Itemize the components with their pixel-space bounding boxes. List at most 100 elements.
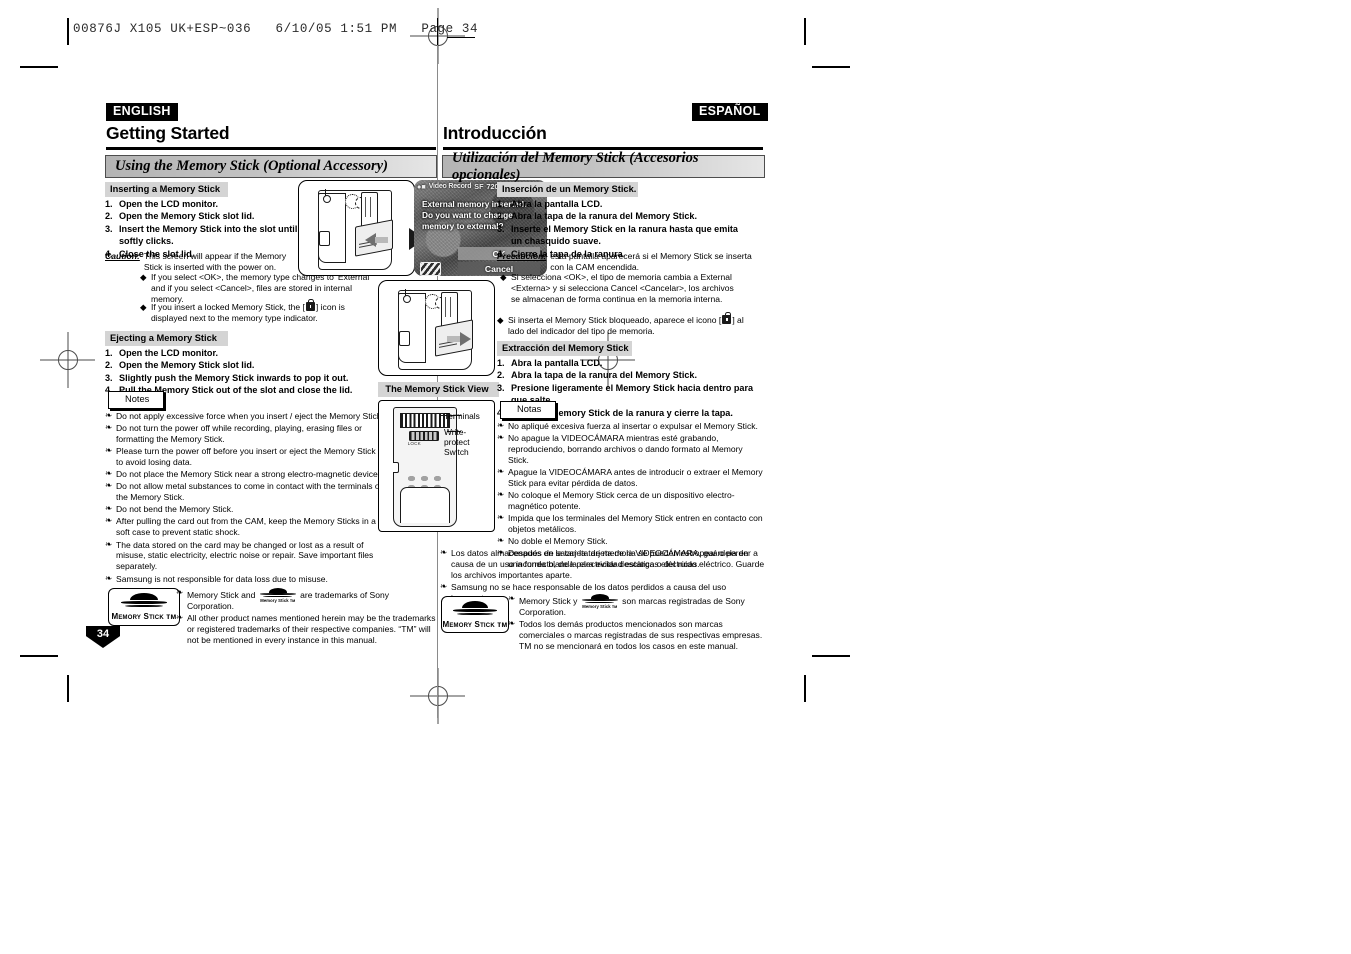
list-item: ❧ Apague la VIDEOCÁMARA antes de introduc… [497,467,763,489]
list-item: ◆ Si selecciona <OK>, el tipo de memoria … [500,272,734,304]
notes-label-box-es: Notas [500,401,557,419]
language-tag-spanish: ESPAÑOL [692,103,768,121]
list-item: ❧ After pulling the card out from the CAM… [105,516,376,538]
caution-bullets-es: ◆ Si selecciona <OK>, el tipo de memoria … [500,272,745,306]
list-item: ❧ No doble el Memory Stick. [497,536,608,547]
list-item: ❧ No apague la VIDEOCÁMARA mientras esté … [497,433,743,466]
cross-bullet-icon: ❧ [176,613,184,624]
label-terminals: Terminals [444,411,480,421]
card-label-area [400,486,450,523]
label-write-protect-switch: Write- protect Switch [444,427,488,458]
list-item: ❧ Memory Stick and Memory Stick ᴛᴍ are t… [176,588,436,612]
list-item: ❧ Los datos almacenados en la tarjeta de … [440,548,765,580]
language-tag-english: ENGLISH [106,103,178,121]
list-item: ❧ Do not place the Memory Stick near a st… [105,469,381,480]
cross-bullet-icon: ❧ [497,536,505,547]
registration-mark-left [40,332,95,388]
lock-icon [722,312,732,324]
list-item: 1. Open the LCD monitor. [105,199,219,209]
record-mode-icon: ●■ [417,182,426,191]
subheading-memory-stick-view: The Memory Stick View [378,382,499,397]
list-item: 1. Abra la pantalla LCD. [497,199,603,209]
list-item: 1. Abra la pantalla LCD. [497,358,603,368]
memory-stick-arc-icon [119,593,169,610]
list-item: ❧ Todos los demás productos mencionados s… [508,619,763,651]
crop-mark-bottom-left-horz [20,655,58,657]
list-item: 2. Open the Memory Stick slot lid. [105,360,255,371]
list-item: ❧ Impida que los terminales del Memory St… [497,513,763,535]
cross-bullet-icon: ❧ [105,423,113,434]
list-item: 2. Abra la tapa de la ranura del Memory S… [497,370,697,381]
crop-mark-top-right-horz [812,66,850,68]
cross-bullet-icon: ❧ [497,467,505,478]
eject-arrow-tail [447,336,461,342]
memory-stick-logo-es: Memory Stick ᴛᴍ [441,596,509,633]
caution-bullets-en: ◆ If you select <OK>, the memory type cha… [140,272,385,306]
caution-label-es: Precaución: [497,251,547,261]
subheading-ejecting-es: Extracción del Memory Stick [497,341,632,356]
crop-mark-bottom-left-vert [67,675,69,702]
subheading-ejecting-en: Ejecting a Memory Stick [105,331,228,346]
diamond-bullet-icon: ◆ [140,272,147,282]
trademark-text-part1-es: Memory Stick y [519,596,578,606]
cross-bullet-icon: ❧ [497,513,505,524]
page-number-flag: 34 [86,626,120,648]
chapter-title-english: Getting Started [106,123,230,143]
cross-bullet-icon: ❧ [105,469,113,480]
lock-icon [305,299,315,311]
cam-slot-line [445,297,447,317]
memory-stick-wordmark-en: Memory Stick ᴛᴍ [111,612,177,621]
caution-bullet-lock-en: ◆ If you insert a locked Memory Stick, t… [140,299,370,325]
notes-label-box-en: Notes [108,391,165,409]
list-item: ❧ Samsung is not responsible for data los… [105,573,328,584]
memory-stick-inline-logo-icon: Memory Stick ᴛᴍ [580,594,620,609]
card-notch-icon [393,462,399,474]
cam-dial-stem [325,189,327,196]
cross-bullet-icon: ❧ [105,504,113,515]
cross-bullet-icon: ❧ [105,516,113,527]
cross-bullet-icon: ❧ [440,548,448,558]
diamond-bullet-icon: ◆ [497,315,504,325]
diamond-bullet-icon: ◆ [500,272,507,282]
cross-bullet-icon: ❧ [105,446,113,457]
cross-bullet-icon: ❧ [497,490,505,501]
caution-inserting-en: Caution: This screen will appear if the … [105,251,287,273]
memory-stick-card-drawing: LOCK [393,407,457,527]
crop-mark-bottom-right-horz [812,655,850,657]
list-item: ❧ The data stored on the card may be chan… [105,539,374,572]
cross-bullet-icon: ❧ [497,421,505,431]
list-item: ❧ Do not bend the Memory Stick. [105,504,234,515]
subheading-inserting-es: Inserción de un Memory Stick. [497,182,638,197]
illustration-insert-memory-stick [298,180,415,276]
caution-bullet-lock-es: ◆ Si inserta el Memory Stick bloqueado, … [497,312,762,338]
memory-stick-inline-logo-icon: Memory Stick ᴛᴍ [258,588,298,603]
list-item: 2. Open the Memory Stick slot lid. [105,211,255,222]
cam-grip-icon [399,331,410,346]
section-band-label-english: Using the Memory Stick (Optional Accesso… [115,158,388,174]
caution-text-es: esta pantalla aparecerá si el Memory Sti… [550,251,752,273]
chapter-title-spanish: Introducción [443,123,547,143]
diamond-bullet-icon: ◆ [140,302,147,312]
list-item: 2. Abra la tapa de la ranura del Memory S… [497,211,697,222]
memory-stick-wordmark-es: Memory Stick ᴛᴍ [442,619,508,629]
list-item: ◆ If you insert a locked Memory Stick, t… [140,299,345,323]
slug-underline [447,37,475,38]
cam-lcd-lid-icon [398,293,426,363]
cam-slot-line [365,197,367,217]
cross-bullet-icon: ❧ [176,588,184,598]
manual-page: 00876J X105 UK+ESP~036 6/10/05 1:51 PM P… [0,0,1351,954]
write-protect-switch-icon [408,431,439,441]
cross-bullet-icon: ❧ [508,594,516,604]
caution-label-en: Caution: [105,251,140,261]
cross-bullet-icon: ❧ [105,573,113,584]
list-item: 3. Inserte el Memory Stick en la ranura h… [497,223,738,247]
trademark-list-en: ❧ Memory Stick and Memory Stick ᴛᴍ are t… [176,588,436,647]
list-item: ❧ No coloque el Memory Stick cerca de un … [497,490,735,512]
trademark-text-part1-en: Memory Stick and [187,590,256,600]
label-line-3: Switch [444,446,469,457]
osd-mode-label: Video Record [428,183,472,190]
lock-text-label: LOCK [407,441,421,446]
memory-stick-logo-en: Memory Stick ᴛᴍ [108,588,180,626]
caution-text-en: This screen will appear if the Memory St… [143,251,287,273]
list-item: ❧ Do not apply excessive force when you i… [105,411,384,421]
